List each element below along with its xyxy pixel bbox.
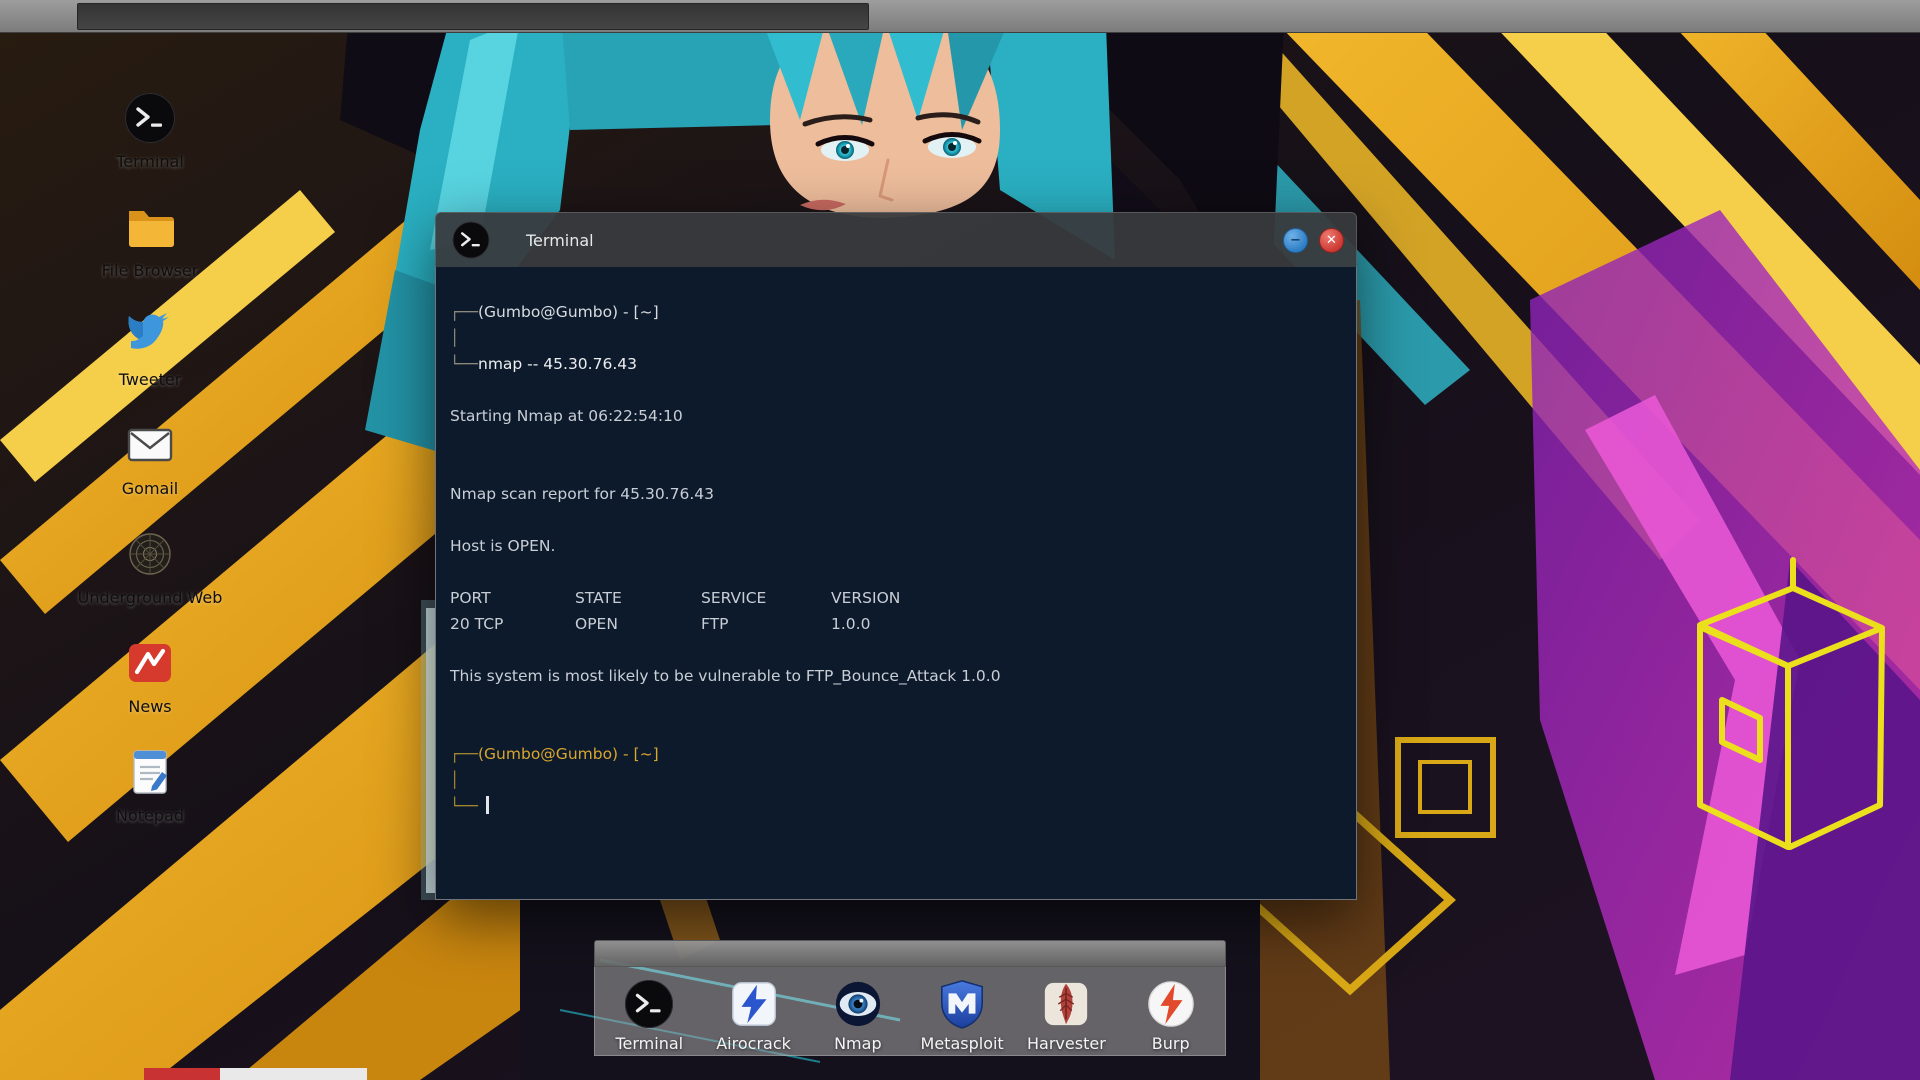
web-emblem-icon <box>124 528 176 580</box>
terminal-icon <box>624 979 674 1029</box>
desktop-icon-file-browser[interactable]: File Browser <box>84 201 216 280</box>
vulnerability-line: This system is most likely to be vulnera… <box>450 667 1001 685</box>
nmap-start-line: Starting Nmap at 06:22:54:10 <box>450 407 683 425</box>
dock-item-airocrack[interactable]: Airocrack <box>704 979 804 1055</box>
prompt-frame: └── <box>450 797 478 815</box>
desktop-icon-notepad[interactable]: Notepad <box>84 746 216 825</box>
prompt-frame: │ <box>450 329 460 347</box>
folder-icon <box>124 201 176 253</box>
window-title: Terminal <box>526 230 594 250</box>
port-table-row: 20 TCP OPEN FTP 1.0.0 <box>450 611 1336 637</box>
port-table-header: PORT STATE SERVICE VERSION <box>450 585 1336 611</box>
dock-item-label: Metasploit <box>920 1034 1004 1053</box>
terminal-titlebar[interactable]: Terminal − ✕ <box>435 212 1357 267</box>
prompt1-mid: │ <box>450 325 1336 351</box>
dock-items: Terminal Airocrack Nmap Metasploit Harve… <box>594 967 1226 1056</box>
prompt-frame: └── <box>450 355 478 373</box>
cell-service: FTP <box>701 615 729 633</box>
text-cursor <box>486 796 489 814</box>
col-version: VERSION <box>831 589 901 607</box>
airocrack-icon <box>729 979 779 1029</box>
prompt-frame: │ <box>450 771 460 789</box>
cell-version: 1.0.0 <box>831 615 871 633</box>
desktop-icon-gomail[interactable]: Gomail <box>84 419 216 498</box>
burp-icon <box>1146 979 1196 1029</box>
bird-icon <box>124 310 176 362</box>
host-status-line: Host is OPEN. <box>450 537 556 555</box>
shield-icon <box>937 979 987 1029</box>
desktop-icon-label: File Browser <box>101 261 199 280</box>
cell-state: OPEN <box>575 615 618 633</box>
desktop-icon-label: Terminal <box>116 152 184 171</box>
col-state: STATE <box>575 589 622 607</box>
dock-item-burp[interactable]: Burp <box>1121 979 1221 1055</box>
terminal-icon <box>452 221 490 259</box>
dock: Terminal Airocrack Nmap Metasploit Harve… <box>594 940 1226 1056</box>
taskbar-window-area <box>77 3 869 30</box>
prompt2-top: ┌──(Gumbo@Gumbo) - [~] <box>450 741 1336 767</box>
desktop-icon-column: Terminal File Browser Tweeter Gomail Und <box>78 92 222 825</box>
desktop-icon-label: News <box>128 697 172 716</box>
col-port: PORT <box>450 589 491 607</box>
terminal-body[interactable]: ┌──(Gumbo@Gumbo) - [~] │ └──nmap -- 45.3… <box>435 267 1357 900</box>
terminal-window: Terminal − ✕ ┌──(Gumbo@Gumbo) - [~] │ └─… <box>435 212 1357 900</box>
terminal-icon <box>124 92 176 144</box>
cell-port: 20 TCP <box>450 615 504 633</box>
dock-item-terminal[interactable]: Terminal <box>599 979 699 1055</box>
desktop-icon-terminal[interactable]: Terminal <box>84 92 216 171</box>
prompt2-input[interactable]: └── <box>450 793 1336 819</box>
col-service: SERVICE <box>701 589 767 607</box>
close-icon: ✕ <box>1326 232 1337 248</box>
dock-item-label: Terminal <box>615 1034 684 1053</box>
eye-icon <box>833 979 883 1029</box>
desktop-icon-underground-web[interactable]: Underground Web <box>78 528 222 607</box>
close-button[interactable]: ✕ <box>1319 227 1344 253</box>
desktop-icon-label: Tweeter <box>118 370 182 389</box>
prompt1-command: └──nmap -- 45.30.76.43 <box>450 351 1336 377</box>
nmap-report-line: Nmap scan report for 45.30.76.43 <box>450 485 714 503</box>
minimize-icon: − <box>1290 232 1301 248</box>
dock-handle[interactable] <box>594 940 1226 967</box>
command-text: nmap -- 45.30.76.43 <box>478 355 637 373</box>
desktop-icon-tweeter[interactable]: Tweeter <box>84 310 216 389</box>
dock-item-label: Airocrack <box>716 1034 791 1053</box>
dock-item-metasploit[interactable]: Metasploit <box>912 979 1012 1055</box>
dock-item-nmap[interactable]: Nmap <box>808 979 908 1055</box>
prompt-user: (Gumbo@Gumbo) - [~] <box>478 303 659 321</box>
desktop: Terminal File Browser Tweeter Gomail Und <box>0 0 1920 1080</box>
prompt-frame: ┌── <box>450 303 478 321</box>
dock-item-harvester[interactable]: Harvester <box>1016 979 1116 1055</box>
notepad-icon <box>124 746 176 798</box>
prompt1-top: ┌──(Gumbo@Gumbo) - [~] <box>450 299 1336 325</box>
dock-item-label: Harvester <box>1027 1034 1106 1053</box>
desktop-icon-label: Underground Web <box>77 588 223 607</box>
envelope-icon <box>124 419 176 471</box>
desktop-icon-news[interactable]: News <box>84 637 216 716</box>
news-icon <box>124 637 176 689</box>
prompt2-mid: │ <box>450 767 1336 793</box>
top-taskbar <box>0 0 1920 33</box>
minimize-button[interactable]: − <box>1283 227 1308 253</box>
desktop-icon-label: Gomail <box>121 479 179 498</box>
desktop-icon-label: Notepad <box>116 806 184 825</box>
dock-item-label: Nmap <box>834 1034 882 1053</box>
prompt-frame: ┌── <box>450 745 478 763</box>
dock-item-label: Burp <box>1151 1034 1190 1053</box>
prompt-user: (Gumbo@Gumbo) - [~] <box>478 745 659 763</box>
feather-icon <box>1041 979 1091 1029</box>
